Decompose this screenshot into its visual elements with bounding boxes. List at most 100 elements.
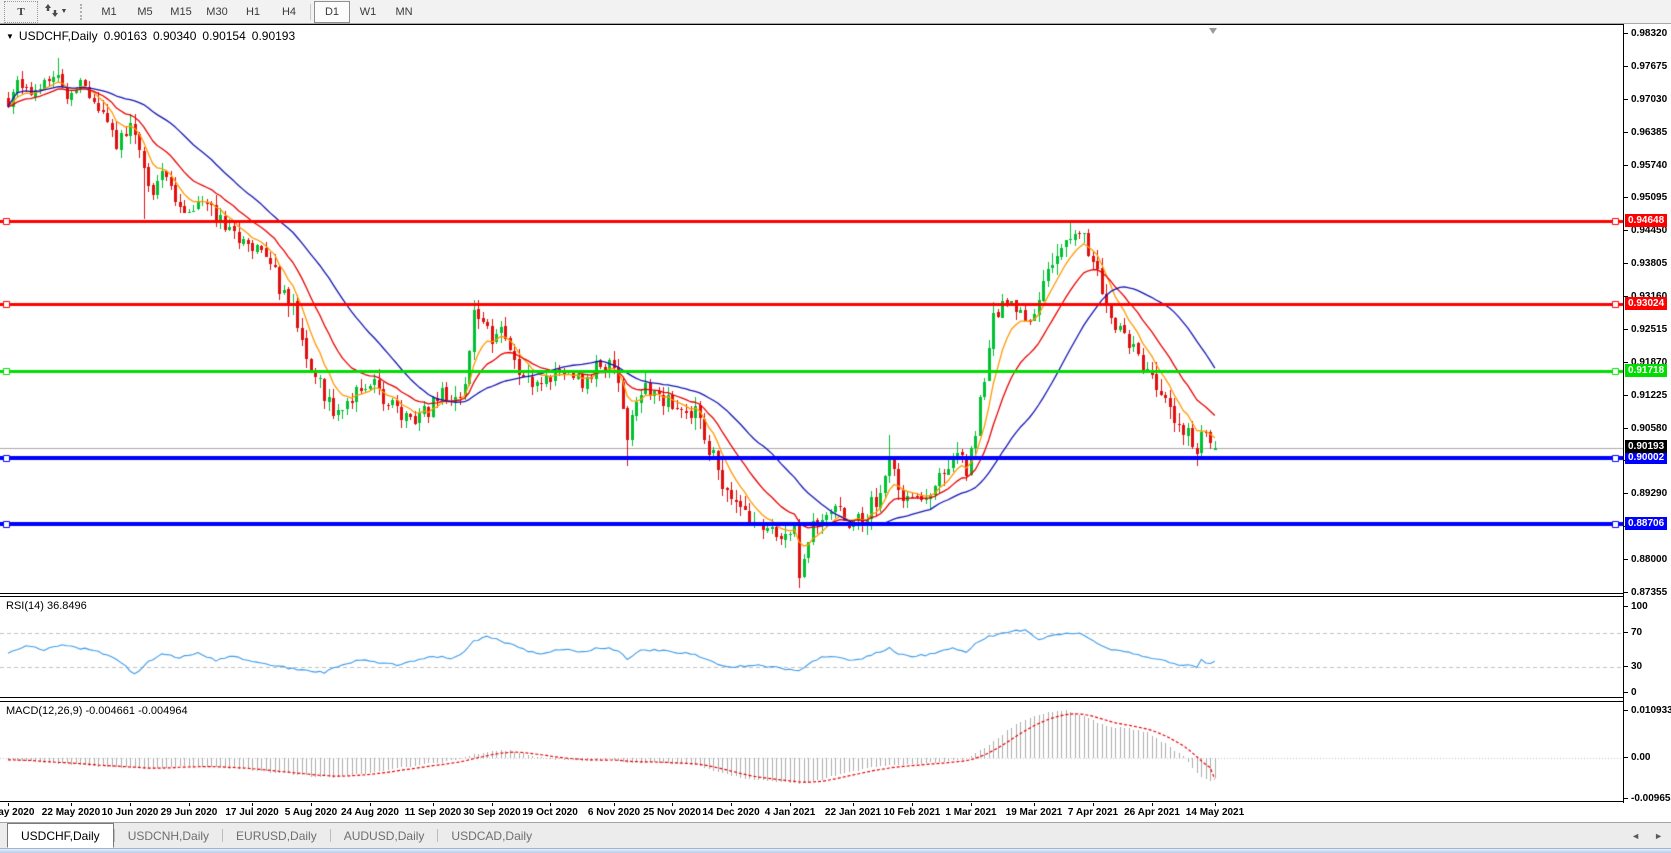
date-tick-mark <box>790 803 791 806</box>
price-tick-mark <box>1624 230 1628 231</box>
price-tick-label: 0.95740 <box>1631 160 1667 171</box>
price-pane: ▼USDCHF,Daily0.901630.903400.901540.9019… <box>0 24 1623 594</box>
price-tick-mark <box>1624 329 1628 330</box>
date-tick-label: 6 Nov 2020 <box>588 807 640 818</box>
date-tick-label: 7 Apr 2021 <box>1068 807 1118 818</box>
date-tick-label: 1 Mar 2021 <box>945 807 996 818</box>
date-tick-label: 22 Jan 2021 <box>825 807 881 818</box>
timeframe-button-w1[interactable]: W1 <box>350 1 386 23</box>
date-tick-mark <box>1034 803 1035 806</box>
open-value: 0.90163 <box>104 29 147 43</box>
hline-price-label[interactable]: 0.93024 <box>1625 297 1667 310</box>
price-tick-mark <box>1624 132 1628 133</box>
arrows-icon <box>45 4 58 20</box>
price-tick-label: 0.97030 <box>1631 94 1667 105</box>
timeframe-button-m5[interactable]: M5 <box>127 1 163 23</box>
date-tick-mark <box>731 803 732 806</box>
symbol-tab-usdcad[interactable]: USDCAD,Daily <box>438 823 545 848</box>
symbol-tab-usdcnh[interactable]: USDCNH,Daily <box>115 823 222 848</box>
date-tick-mark <box>1215 803 1216 806</box>
timeframe-button-m15[interactable]: M15 <box>163 1 199 23</box>
date-tick-mark <box>971 803 972 806</box>
macd-tick-label: 0.00 <box>1631 752 1650 763</box>
text-label-tool-button[interactable]: T <box>4 1 38 23</box>
chart-symbol-label: USDCHF,Daily <box>19 29 98 43</box>
toolbar: T ▼ M1M5M15M30H1H4 D1W1MN <box>0 0 1671 24</box>
symbol-tab-eurusd[interactable]: EURUSD,Daily <box>223 823 330 848</box>
price-tick-label: 0.92515 <box>1631 324 1667 335</box>
hline-price-label[interactable]: 0.94648 <box>1625 214 1667 227</box>
date-tick-mark <box>1093 803 1094 806</box>
timeframe-button-m1[interactable]: M1 <box>91 1 127 23</box>
price-tick-mark <box>1624 33 1628 34</box>
low-value: 0.90154 <box>202 29 245 43</box>
toolbar-separator <box>310 4 311 20</box>
rsi-tick-label: 100 <box>1631 601 1648 612</box>
rsi-tick-mark <box>1624 666 1628 667</box>
rsi-pane: RSI(14) 36.8496 <box>0 596 1623 698</box>
rsi-tick-mark <box>1624 692 1628 693</box>
price-tick-label: 0.96385 <box>1631 127 1667 138</box>
date-tick-label: 10 Feb 2021 <box>884 807 941 818</box>
chart-title: ▼USDCHF,Daily0.901630.903400.901540.9019… <box>6 29 295 43</box>
timeframe-button-mn[interactable]: MN <box>386 1 422 23</box>
price-chart-canvas[interactable] <box>0 26 1623 594</box>
macd-canvas[interactable] <box>0 703 1623 802</box>
date-tick-label: 4 Jan 2021 <box>765 807 816 818</box>
timeframe-group: M1M5M15M30H1H4 D1W1MN <box>91 1 422 23</box>
rsi-tick-label: 0 <box>1631 687 1637 698</box>
date-tick-label: 25 Nov 2020 <box>643 807 701 818</box>
date-tick-mark <box>1152 803 1153 806</box>
macd-tick-mark <box>1624 710 1628 711</box>
date-tick-mark <box>130 803 131 806</box>
timeframe-button-h1[interactable]: H1 <box>235 1 271 23</box>
status-strip <box>0 848 1671 853</box>
chevron-down-icon: ▼ <box>61 8 68 15</box>
chart-shift-marker[interactable] <box>1209 28 1217 34</box>
rsi-tick-label: 70 <box>1631 627 1642 638</box>
close-value: 0.90193 <box>252 29 295 43</box>
chart-region: ▼USDCHF,Daily0.901630.903400.901540.9019… <box>0 24 1671 803</box>
date-tick-mark <box>912 803 913 806</box>
date-tick-mark <box>71 803 72 806</box>
macd-tick-mark <box>1624 757 1628 758</box>
date-tick-mark <box>550 803 551 806</box>
timeframe-button-d1[interactable]: D1 <box>314 1 350 23</box>
price-tick-mark <box>1624 99 1628 100</box>
price-tick-label: 0.90580 <box>1631 423 1667 434</box>
macd-pane: MACD(12,26,9) -0.004661 -0.004964 <box>0 701 1623 802</box>
rsi-label: RSI(14) 36.8496 <box>6 600 87 612</box>
rsi-tick-label: 30 <box>1631 661 1642 672</box>
timeframe-button-m30[interactable]: M30 <box>199 1 235 23</box>
arrows-tool-button[interactable]: ▼ <box>38 1 74 23</box>
date-tick-label: 22 May 2020 <box>42 807 100 818</box>
date-axis[interactable]: 4 May 202022 May 202010 Jun 202029 Jun 2… <box>0 803 1671 822</box>
symbol-tab-audusd[interactable]: AUDUSD,Daily <box>331 823 438 848</box>
rsi-canvas[interactable] <box>0 598 1623 698</box>
symbol-tab-usdchf[interactable]: USDCHF,Daily <box>7 823 114 848</box>
timeframe-button-h4[interactable]: H4 <box>271 1 307 23</box>
date-tick-mark <box>189 803 190 806</box>
price-axis[interactable]: 0.983200.976750.970300.963850.957400.950… <box>1623 24 1671 803</box>
date-tick-mark <box>252 803 253 806</box>
date-tick-mark <box>853 803 854 806</box>
date-tick-label: 10 Jun 2020 <box>102 807 159 818</box>
date-tick-mark <box>8 803 9 806</box>
macd-tick-label: 0.010933 <box>1631 705 1671 716</box>
macd-label: MACD(12,26,9) -0.004661 -0.004964 <box>6 705 188 717</box>
price-tick-label: 0.95095 <box>1631 192 1667 203</box>
tab-scroll-left-icon[interactable]: ◄ <box>1631 831 1640 841</box>
date-tick-label: 5 Aug 2020 <box>285 807 337 818</box>
date-tick-label: 30 Sep 2020 <box>463 807 520 818</box>
symbol-tab-bar: USDCHF,DailyUSDCNH,DailyEURUSD,DailyAUDU… <box>0 822 1671 848</box>
date-tick-label: 14 May 2021 <box>1186 807 1244 818</box>
collapse-chart-icon[interactable]: ▼ <box>6 32 14 41</box>
price-tick-mark <box>1624 197 1628 198</box>
hline-price-label[interactable]: 0.88706 <box>1625 517 1667 530</box>
hline-price-label[interactable]: 0.91718 <box>1625 364 1667 377</box>
date-tick-label: 4 May 2020 <box>0 807 34 818</box>
price-tick-mark <box>1624 592 1628 593</box>
tab-scroll-right-icon[interactable]: ► <box>1654 831 1663 841</box>
price-tick-mark <box>1624 263 1628 264</box>
date-tick-mark <box>614 803 615 806</box>
